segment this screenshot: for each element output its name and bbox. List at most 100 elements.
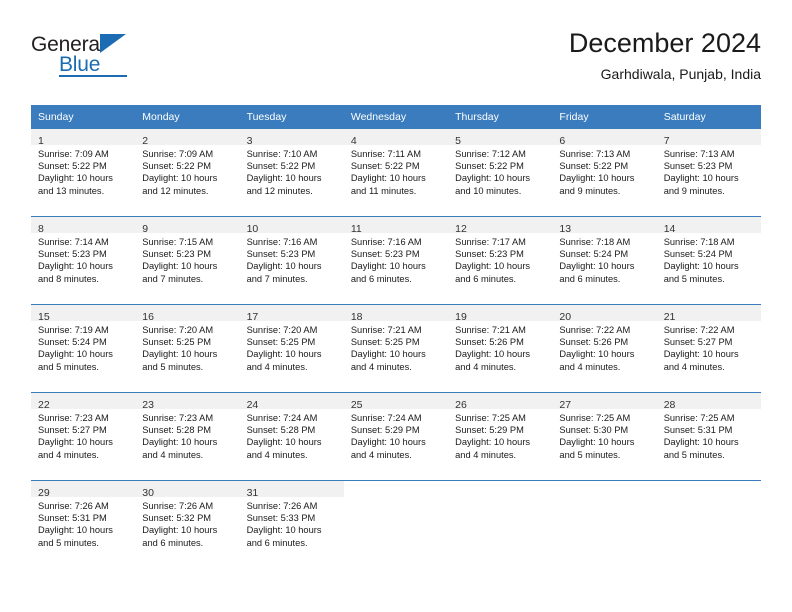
sunset-text: Sunset: 5:23 PM	[663, 161, 733, 172]
calendar-header-row: Sunday Monday Tuesday Wednesday Thursday…	[31, 105, 761, 129]
weekday-header-thursday: Thursday	[448, 105, 553, 129]
daylight-text-line1: Daylight: 10 hours	[246, 261, 322, 272]
sunrise-text: Sunrise: 7:19 AM	[38, 325, 109, 335]
daylight-text-line2: and 11 minutes.	[350, 185, 417, 196]
day-number-bar: 27	[552, 393, 657, 411]
day-cell[interactable]: 29 Sunrise: 7:26 AM Sunset: 5:31 PM Dayligh…	[31, 480, 136, 568]
sunrise-text: Sunrise: 7:26 AM	[142, 501, 214, 511]
day-cell[interactable]: 20 Sunrise: 7:22 AM Sunset: 5:26 PM Dayligh…	[552, 304, 657, 393]
day-cell-body	[344, 497, 448, 500]
day-cell[interactable]: 31 Sunrise: 7:26 AM Sunset: 5:33 PM Dayligh…	[239, 480, 344, 568]
daylight-text-line1: Daylight: 10 hours	[38, 173, 113, 184]
title-block: December 2024 Garhdiwala, Punjab, India	[569, 26, 761, 84]
day-number: 4	[350, 135, 357, 147]
day-cell-body: Sunrise: 7:14 AM Sunset: 5:23 PM Daylight:…	[31, 233, 135, 285]
day-cell-body: Sunrise: 7:16 AM Sunset: 5:23 PM Daylight:…	[240, 233, 344, 285]
sunset-text: Sunset: 5:24 PM	[38, 337, 107, 348]
day-number-bar: 16	[135, 305, 240, 323]
day-cell[interactable]: 1 Sunrise: 7:09 AM Sunset: 5:22 PM Daylight…	[31, 129, 136, 217]
day-cell[interactable]: 22 Sunrise: 7:23 AM Sunset: 5:27 PM Dayligh…	[31, 392, 136, 481]
day-cell-body: Sunrise: 7:25 AM Sunset: 5:29 PM Daylight:…	[448, 409, 552, 461]
day-cell-body: Sunrise: 7:13 AM Sunset: 5:23 PM Daylight:…	[657, 145, 761, 197]
day-cell[interactable]: 6 Sunrise: 7:13 AM Sunset: 5:22 PM Daylight…	[552, 129, 657, 217]
sunset-text: Sunset: 5:28 PM	[246, 425, 316, 436]
sunrise-text: Sunrise: 7:21 AM	[350, 325, 422, 335]
calendar-week-row: 1 Sunrise: 7:09 AM Sunset: 5:22 PM Daylight…	[31, 129, 761, 217]
day-cell[interactable]: 3 Sunrise: 7:10 AM Sunset: 5:22 PM Daylight…	[239, 129, 344, 217]
day-cell-body: Sunrise: 7:15 AM Sunset: 5:23 PM Daylight:…	[135, 233, 239, 285]
general-blue-logo[interactable]: General Blue	[31, 34, 191, 90]
sunrise-text: Sunrise: 7:12 AM	[455, 149, 526, 159]
day-cell[interactable]: 26 Sunrise: 7:25 AM Sunset: 5:29 PM Dayligh…	[448, 392, 553, 481]
daylight-text-line2: and 5 minutes.	[559, 449, 621, 460]
day-cell[interactable]: 9 Sunrise: 7:15 AM Sunset: 5:23 PM Daylight…	[135, 216, 240, 305]
daylight-text-line2: and 9 minutes.	[559, 185, 621, 196]
logo-text-blue: Blue	[59, 53, 101, 76]
day-cell-empty	[448, 480, 553, 568]
day-cell-body: Sunrise: 7:19 AM Sunset: 5:24 PM Daylight:…	[31, 321, 135, 373]
sunrise-text: Sunrise: 7:20 AM	[246, 325, 318, 335]
day-number: 25	[350, 399, 363, 411]
day-cell[interactable]: 30 Sunrise: 7:26 AM Sunset: 5:32 PM Dayligh…	[135, 480, 240, 568]
day-number: 13	[559, 223, 572, 235]
weekday-header-sunday: Sunday	[31, 105, 136, 129]
day-cell[interactable]: 8 Sunrise: 7:14 AM Sunset: 5:23 PM Daylight…	[31, 216, 136, 305]
sunset-text: Sunset: 5:29 PM	[350, 425, 420, 436]
day-number-bar: 19	[448, 305, 553, 323]
day-number-bar: 9	[135, 217, 240, 235]
day-number: 26	[455, 399, 467, 411]
day-cell[interactable]: 24 Sunrise: 7:24 AM Sunset: 5:28 PM Dayligh…	[239, 392, 344, 481]
daylight-text-line1: Daylight: 10 hours	[559, 437, 635, 448]
sunset-text: Sunset: 5:23 PM	[142, 249, 212, 260]
daylight-text-line1: Daylight: 10 hours	[246, 349, 322, 360]
day-cell[interactable]: 21 Sunrise: 7:22 AM Sunset: 5:27 PM Dayligh…	[656, 304, 761, 393]
daylight-text-line1: Daylight: 10 hours	[142, 437, 218, 448]
day-cell[interactable]: 7 Sunrise: 7:13 AM Sunset: 5:23 PM Daylight…	[656, 129, 761, 217]
calendar-week-row: 15 Sunrise: 7:19 AM Sunset: 5:24 PM Dayligh…	[31, 304, 761, 393]
sunset-text: Sunset: 5:26 PM	[559, 337, 629, 348]
day-number: 29	[38, 487, 50, 499]
day-cell-body: Sunrise: 7:09 AM Sunset: 5:22 PM Daylight:…	[31, 145, 135, 197]
day-cell-body: Sunrise: 7:26 AM Sunset: 5:33 PM Daylight:…	[240, 497, 344, 549]
day-cell[interactable]: 5 Sunrise: 7:12 AM Sunset: 5:22 PM Daylight…	[448, 129, 553, 217]
day-cell[interactable]: 17 Sunrise: 7:20 AM Sunset: 5:25 PM Dayligh…	[239, 304, 344, 393]
sunset-text: Sunset: 5:27 PM	[38, 425, 107, 436]
day-cell[interactable]: 13 Sunrise: 7:18 AM Sunset: 5:24 PM Dayligh…	[552, 216, 657, 305]
day-cell-body: Sunrise: 7:17 AM Sunset: 5:23 PM Daylight:…	[448, 233, 552, 285]
day-cell[interactable]: 2 Sunrise: 7:09 AM Sunset: 5:22 PM Daylight…	[135, 129, 240, 217]
day-number: 18	[350, 311, 363, 323]
day-number: 10	[246, 223, 259, 235]
day-cell-body: Sunrise: 7:10 AM Sunset: 5:22 PM Daylight:…	[240, 145, 344, 197]
day-number-bar: 26	[448, 393, 553, 411]
sunrise-text: Sunrise: 7:21 AM	[455, 325, 526, 335]
day-cell[interactable]: 15 Sunrise: 7:19 AM Sunset: 5:24 PM Dayligh…	[31, 304, 136, 393]
daylight-text-line2: and 4 minutes.	[246, 449, 308, 460]
day-number: 30	[142, 487, 154, 499]
day-cell-body: Sunrise: 7:22 AM Sunset: 5:27 PM Daylight:…	[657, 321, 761, 373]
day-cell[interactable]: 27 Sunrise: 7:25 AM Sunset: 5:30 PM Dayligh…	[552, 392, 657, 481]
day-cell-body	[552, 497, 656, 500]
sunrise-text: Sunrise: 7:11 AM	[350, 149, 421, 159]
day-number-bar: 5	[448, 129, 553, 147]
sunrise-text: Sunrise: 7:09 AM	[142, 149, 214, 159]
day-cell[interactable]: 25 Sunrise: 7:24 AM Sunset: 5:29 PM Dayligh…	[343, 392, 449, 481]
day-cell[interactable]: 18 Sunrise: 7:21 AM Sunset: 5:25 PM Dayligh…	[343, 304, 449, 393]
day-cell[interactable]: 14 Sunrise: 7:18 AM Sunset: 5:24 PM Dayligh…	[656, 216, 761, 305]
day-cell[interactable]: 19 Sunrise: 7:21 AM Sunset: 5:26 PM Dayligh…	[448, 304, 553, 393]
day-cell[interactable]: 28 Sunrise: 7:25 AM Sunset: 5:31 PM Dayligh…	[656, 392, 761, 481]
day-cell-body: Sunrise: 7:25 AM Sunset: 5:30 PM Daylight:…	[552, 409, 656, 461]
day-number-bar: 13	[552, 217, 657, 235]
day-cell[interactable]: 11 Sunrise: 7:16 AM Sunset: 5:23 PM Dayligh…	[343, 216, 449, 305]
day-cell[interactable]: 10 Sunrise: 7:16 AM Sunset: 5:23 PM Dayligh…	[239, 216, 344, 305]
daylight-text-line2: and 4 minutes.	[663, 361, 725, 372]
day-cell[interactable]: 23 Sunrise: 7:23 AM Sunset: 5:28 PM Dayligh…	[135, 392, 240, 481]
day-cell[interactable]: 12 Sunrise: 7:17 AM Sunset: 5:23 PM Dayligh…	[448, 216, 553, 305]
sunrise-text: Sunrise: 7:23 AM	[142, 413, 214, 423]
day-number: 12	[455, 223, 467, 235]
day-number-bar: 6	[552, 129, 657, 147]
day-cell[interactable]: 16 Sunrise: 7:20 AM Sunset: 5:25 PM Dayligh…	[135, 304, 240, 393]
daylight-text-line2: and 6 minutes.	[142, 537, 204, 548]
day-number-bar: 10	[239, 217, 344, 235]
day-cell[interactable]: 4 Sunrise: 7:11 AM Sunset: 5:22 PM Daylight…	[343, 129, 449, 217]
sunrise-sunset-calendar: Sunday Monday Tuesday Wednesday Thursday…	[31, 105, 761, 568]
